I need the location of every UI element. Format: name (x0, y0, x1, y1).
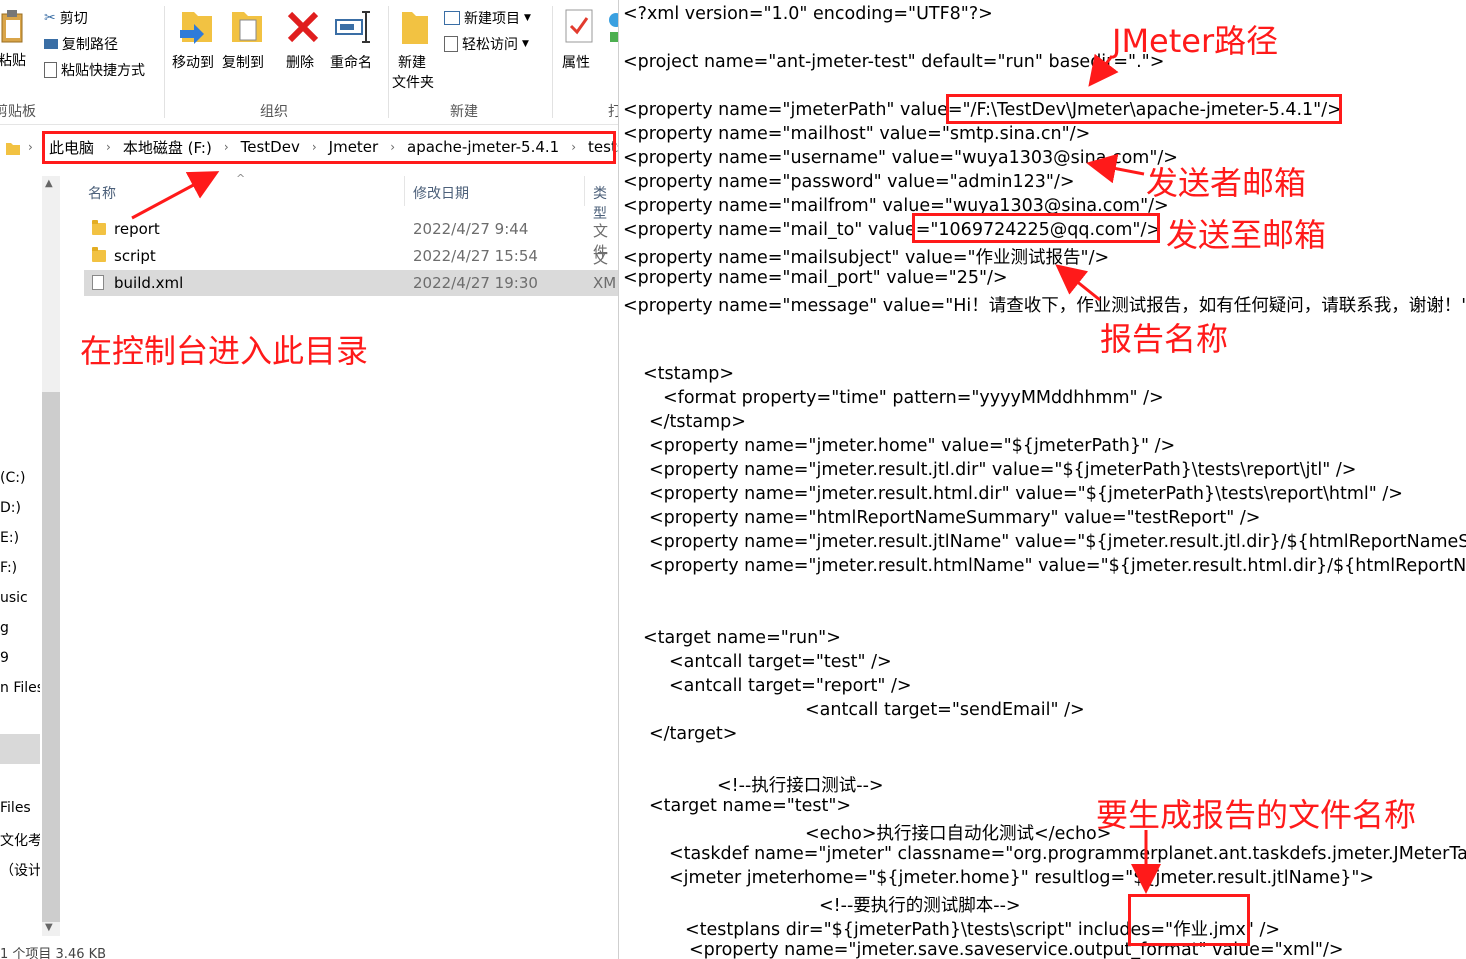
arrow (1086, 153, 1145, 184)
arrow (1088, 53, 1119, 87)
arrow (131, 171, 220, 220)
arrow (1055, 264, 1101, 302)
annotation-arrows (131, 53, 1161, 894)
